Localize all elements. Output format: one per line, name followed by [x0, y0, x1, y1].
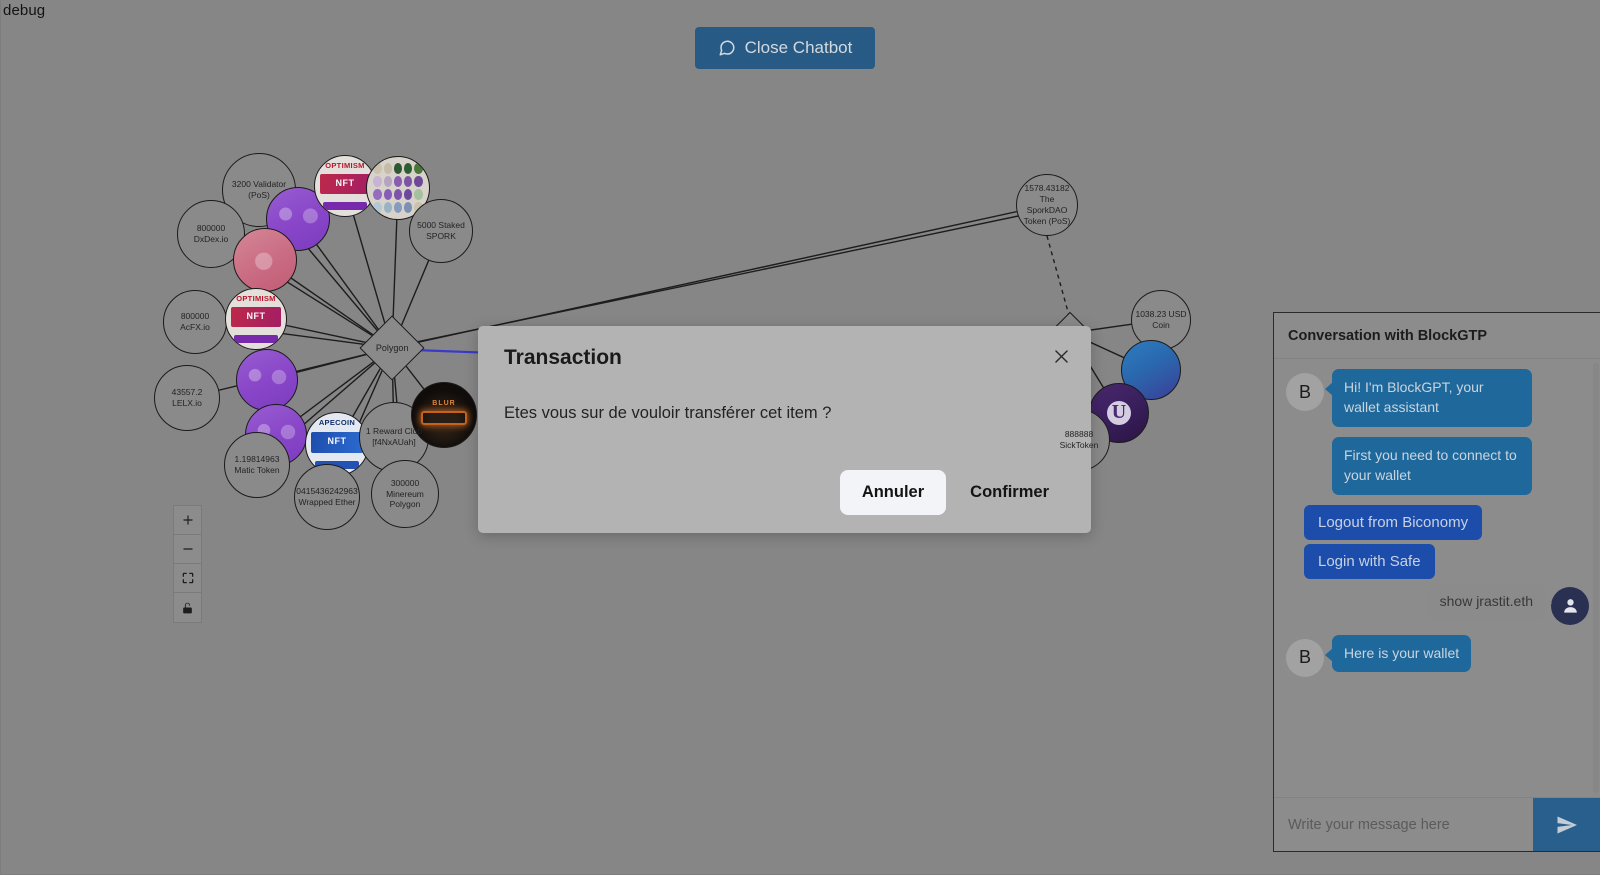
graph-node-label: 0415436242963 Wrapped Ether	[296, 486, 358, 507]
graph-node-label: 800000 DxDex.io	[193, 223, 229, 244]
graph-node-label: 43557.2 LELX.io	[171, 387, 203, 408]
graph-node-label: 1578.43182 The SporkDAO Token (PoS)	[1023, 183, 1071, 226]
graph-node[interactable]: 1578.43182 The SporkDAO Token (PoS)	[1016, 174, 1078, 236]
transaction-modal: Transaction Etes vous sur de vouloir tra…	[478, 326, 1091, 533]
graph-node-label: 1.19814963 Matic Token	[234, 454, 280, 475]
modal-title: Transaction	[504, 346, 622, 369]
graph-node-label: 888888 SickToken	[1059, 429, 1099, 450]
close-x-icon	[1054, 349, 1068, 363]
graph-node-label: 5000 Staked SPORK	[417, 220, 465, 241]
cancel-button[interactable]: Annuler	[839, 470, 947, 515]
graph-node-label: 300000 Minereum Polygon	[386, 477, 424, 510]
graph-node-label: 800000 AcFX.io	[180, 311, 210, 332]
app-root: debug Close Chatbot 3200 Validator (PoS)…	[0, 0, 1600, 875]
modal-actions: Annuler Confirmer	[839, 470, 1067, 515]
graph-node-label: 1 Reward Club [f4NxAUah]	[365, 426, 423, 447]
graph-node-label: 1038.23 USD Coin	[1135, 309, 1187, 330]
confirm-button[interactable]: Confirmer	[952, 470, 1067, 515]
graph-node-label: 3200 Validator (PoS)	[231, 179, 287, 200]
modal-body-text: Etes vous sur de vouloir transférer cet …	[504, 404, 832, 422]
modal-close-button[interactable]	[1045, 340, 1077, 372]
